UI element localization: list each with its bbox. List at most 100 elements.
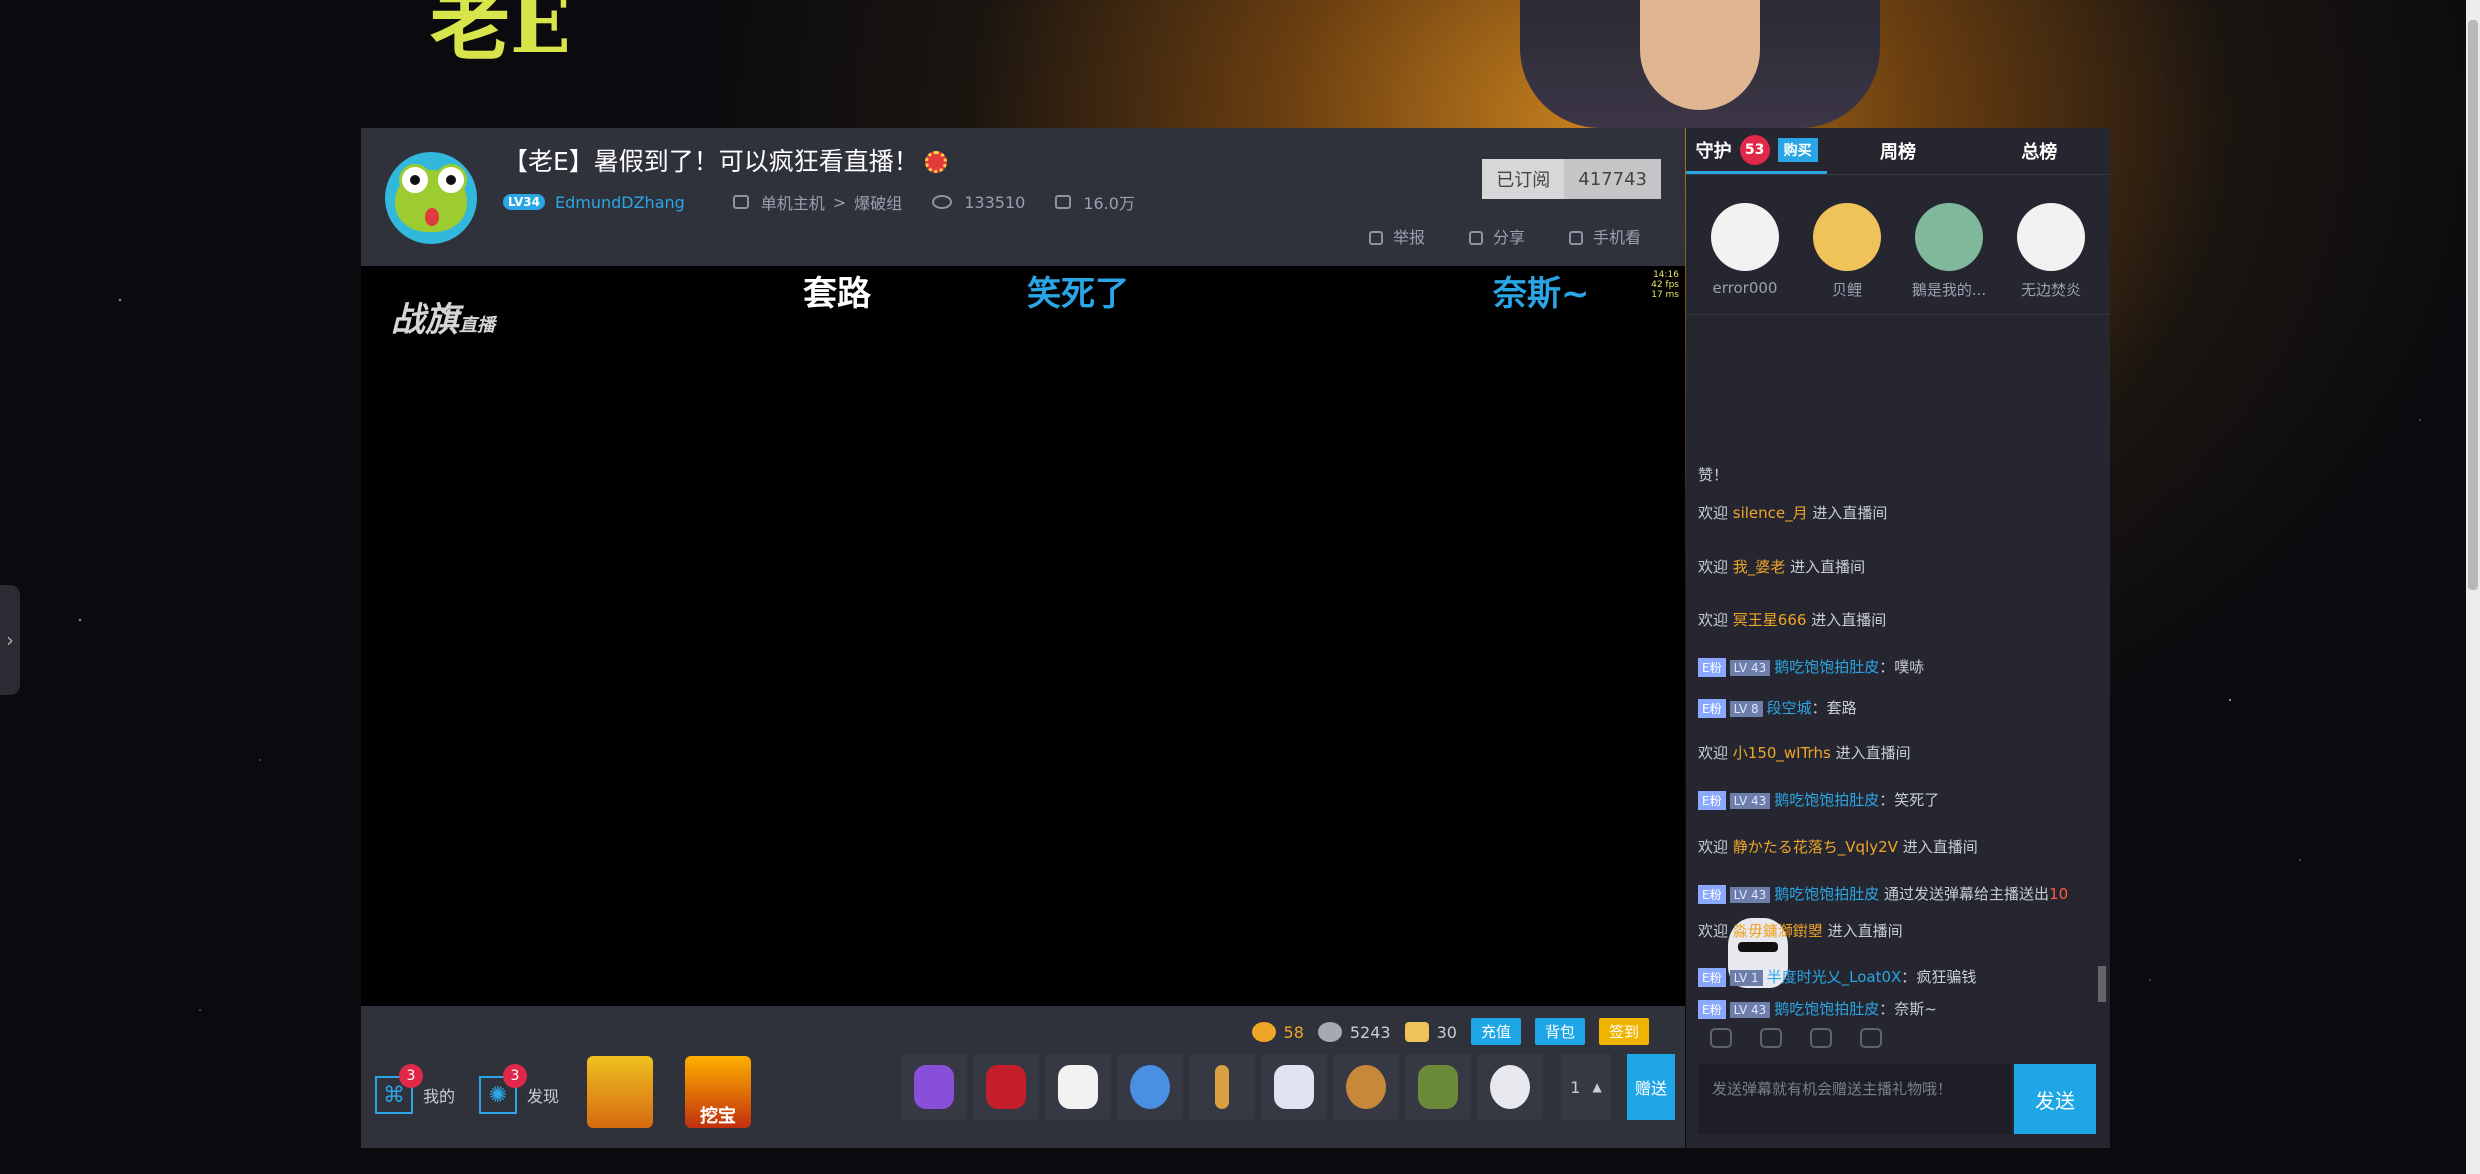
room-meta: LV34 EdmundDZhang 单机主机 > 爆破组 133510 16.0… xyxy=(503,190,1135,214)
avatar xyxy=(2017,203,2085,271)
level-badge: LV 8 xyxy=(1729,701,1763,717)
gift-item[interactable] xyxy=(901,1054,967,1120)
danmaku-item: 笑死了 xyxy=(1027,274,1129,314)
flower-icon xyxy=(924,151,947,173)
chat-user[interactable]: 鹅吃饱饱拍肚皮 xyxy=(1774,885,1879,903)
list-item: E粉 LV 8 段空城：套路 xyxy=(1698,697,1857,718)
guard-count-badge: 53 xyxy=(1739,134,1770,165)
gold-balance: 58 xyxy=(1251,1021,1304,1042)
chat-user[interactable]: 段空城 xyxy=(1767,699,1812,717)
chibi-gift-icon xyxy=(1490,1065,1530,1109)
chat-user[interactable]: 淼毋鏞溮鑆曌 xyxy=(1733,922,1823,940)
tv-icon[interactable] xyxy=(1860,1028,1882,1048)
share-icon xyxy=(1468,231,1483,245)
zhanqi-watermark: 战旗直播 xyxy=(391,300,495,340)
chat-user[interactable]: 冥王星666 xyxy=(1733,611,1807,629)
category-link[interactable]: 单机主机 xyxy=(761,190,825,214)
tab-guard[interactable]: 守护 53 购买 xyxy=(1686,128,1828,174)
recharge-button[interactable]: 充值 xyxy=(1470,1018,1521,1045)
goose-gift-icon xyxy=(1058,1065,1098,1109)
streamer-avatar[interactable] xyxy=(385,152,477,244)
gift-item[interactable] xyxy=(973,1054,1039,1120)
room-title: 【老E】暑假到了！可以疯狂看直播！ xyxy=(503,142,947,178)
gift-item[interactable] xyxy=(1477,1054,1543,1120)
level-badge: LV 43 xyxy=(1729,887,1771,903)
guard-item[interactable]: 鵝是我的... xyxy=(1901,203,1997,300)
side-expand-tab[interactable]: › xyxy=(0,585,20,695)
share-button[interactable]: 分享 xyxy=(1468,224,1525,248)
send-chat-button[interactable]: 发送 xyxy=(2014,1064,2096,1134)
chat-user[interactable]: 鹅吃饱饱拍肚皮 xyxy=(1774,1000,1879,1018)
tab-total[interactable]: 总榜 xyxy=(1969,128,2110,174)
tab-weekly[interactable]: 周榜 xyxy=(1827,128,1968,174)
mine-button[interactable]: ⌘ 3 我的 xyxy=(375,1064,455,1114)
monkey-gift-icon xyxy=(1346,1065,1386,1109)
level-badge: LV 43 xyxy=(1729,793,1771,809)
arcade-game-icon[interactable] xyxy=(587,1056,653,1128)
checkin-button[interactable]: 签到 xyxy=(1598,1018,1649,1045)
chat-user[interactable]: 鹅吃饱饱拍肚皮 xyxy=(1774,658,1879,676)
guard-item[interactable]: 无边焚炎 xyxy=(2003,203,2099,300)
danmaku-item: 奈斯~ xyxy=(1493,274,1590,314)
treasure-dig-button[interactable]: 挖宝 xyxy=(685,1056,751,1128)
potion-gift-icon xyxy=(1130,1065,1170,1109)
fan-badge: E粉 xyxy=(1698,885,1726,904)
popularity-count: 16.0万 xyxy=(1083,194,1135,213)
level-badge: LV34 xyxy=(503,194,545,210)
eye-icon xyxy=(932,195,953,209)
list-item: 欢迎 淼毋鏞溮鑆曌 进入直播间 xyxy=(1698,922,1903,940)
gift-item[interactable] xyxy=(1189,1054,1255,1120)
discover-button[interactable]: ✺ 3 发现 xyxy=(479,1064,559,1114)
apps-icon: ⌘ 3 xyxy=(375,1064,423,1114)
list-item: E粉 LV 43 鹅吃饱饱拍肚皮 通过发送弹幕给主播送出10 xyxy=(1698,883,2068,904)
page-scrollbar[interactable] xyxy=(2466,0,2480,1174)
gift-list xyxy=(901,1054,1543,1120)
gift-quantity-stepper[interactable]: 1 ▲ xyxy=(1561,1054,1611,1120)
guard-item[interactable]: error000 xyxy=(1697,203,1793,300)
report-icon xyxy=(1368,231,1383,245)
chat-scrollbar[interactable] xyxy=(2098,966,2106,1002)
discover-badge: 3 xyxy=(503,1064,527,1088)
subscribe-button[interactable]: 已订阅 417743 xyxy=(1482,159,1661,199)
chat-user[interactable]: 半度时光乂_Loat0X xyxy=(1767,968,1902,986)
chat-user[interactable]: 静かたる花落ち_Vqly2V xyxy=(1733,838,1898,856)
background-logo: 老E xyxy=(430,0,571,71)
guard-list: error000 贝鲤 鵝是我的... 无边焚炎 xyxy=(1686,175,2110,315)
chat-user[interactable]: silence_月 xyxy=(1733,504,1808,522)
buy-guard-button[interactable]: 购买 xyxy=(1777,137,1818,162)
category-separator: > xyxy=(832,192,847,212)
send-gift-button[interactable]: 赠送 xyxy=(1627,1054,1675,1120)
mobile-watch-button[interactable]: 手机看 xyxy=(1568,224,1641,248)
chat-user[interactable]: 鹅吃饱饱拍肚皮 xyxy=(1774,791,1879,809)
list-item: 欢迎 冥王星666 进入直播间 xyxy=(1698,611,1887,629)
bottom-bar: 58 5243 30 充值 背包 签到 ⌘ 3 我的 ✺ 3 发现 挖宝 1 ▲… xyxy=(361,1006,1685,1148)
chevron-up-icon[interactable]: ▲ xyxy=(1592,1080,1601,1094)
backpack-button[interactable]: 背包 xyxy=(1534,1018,1585,1045)
chat-bubble-icon[interactable] xyxy=(1760,1028,1782,1048)
gift-item[interactable] xyxy=(1333,1054,1399,1120)
avatar xyxy=(1915,203,1983,271)
gift-item[interactable] xyxy=(1045,1054,1111,1120)
video-player[interactable]: 战旗直播 套路 笑死了 奈斯~ 14:16 42 fps 17 ms xyxy=(361,266,1685,1006)
flame-icon[interactable] xyxy=(1710,1028,1732,1048)
fan-badge: E粉 xyxy=(1698,658,1726,677)
gift-item[interactable] xyxy=(1261,1054,1327,1120)
stream-stats: 14:16 42 fps 17 ms xyxy=(1651,270,1679,300)
gift-item[interactable] xyxy=(1405,1054,1471,1120)
chat-input[interactable]: 发送弹幕就有机会赠送主播礼物哦！ xyxy=(1698,1064,2012,1134)
skate-gift-icon xyxy=(1418,1065,1458,1109)
chat-user[interactable]: 小150_wITrhs xyxy=(1733,744,1831,762)
guard-item[interactable]: 贝鲤 xyxy=(1799,203,1895,300)
chevron-right-icon: › xyxy=(6,628,14,652)
list-item: 欢迎 我_婆老 进入直播间 xyxy=(1698,558,1866,576)
streamer-name[interactable]: EdmundDZhang xyxy=(555,193,685,212)
report-button[interactable]: 举报 xyxy=(1368,224,1425,248)
subcategory-link[interactable]: 爆破组 xyxy=(854,190,902,214)
scrollbar-thumb[interactable] xyxy=(2468,20,2478,590)
list-item: 欢迎 silence_月 进入直播间 xyxy=(1698,504,1888,522)
emoji-icon[interactable] xyxy=(1810,1028,1832,1048)
list-item: 赞！ xyxy=(1698,466,1729,484)
chat-user[interactable]: 我_婆老 xyxy=(1733,558,1786,576)
fan-badge: E粉 xyxy=(1698,699,1726,718)
gift-item[interactable] xyxy=(1117,1054,1183,1120)
